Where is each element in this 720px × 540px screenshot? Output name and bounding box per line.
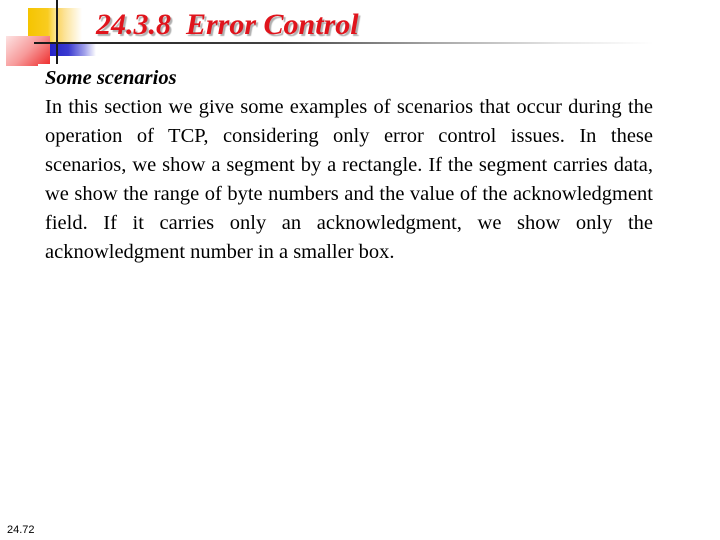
subheading: Some scenarios — [45, 67, 177, 89]
decorative-vertical-line — [56, 0, 58, 64]
slide-number: 24.72 — [7, 524, 35, 536]
slide-title: 24.3.8 Error Control — [96, 8, 359, 41]
decorative-yellow-fade — [58, 8, 82, 44]
title-underline — [34, 42, 654, 44]
decorative-red-square — [6, 36, 50, 66]
body-paragraph: In this section we give some examples of… — [45, 96, 653, 263]
slide-content: Some scenarios In this section we give s… — [45, 64, 653, 267]
